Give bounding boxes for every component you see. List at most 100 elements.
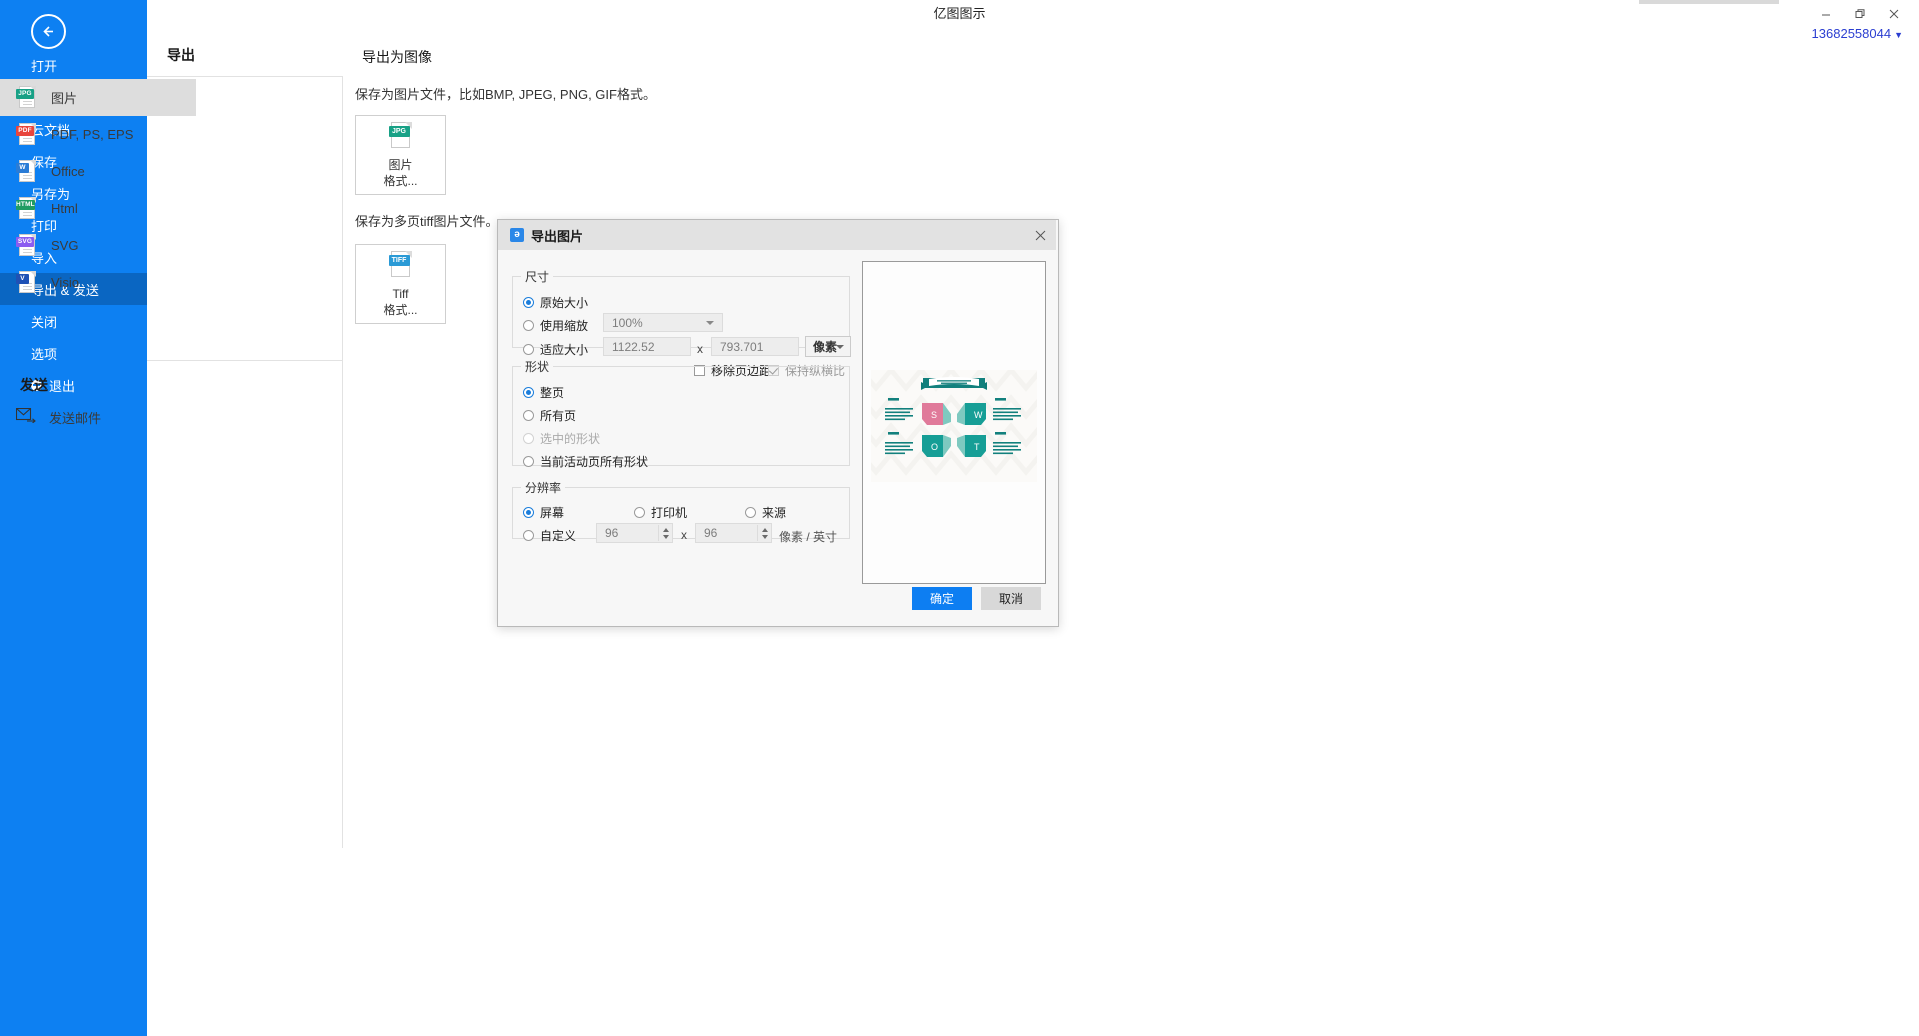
- chevron-down-icon: [836, 345, 844, 349]
- tiff-file-icon-large: TIFF: [388, 250, 414, 280]
- image-card-label: 图片 格式...: [383, 157, 417, 189]
- swot-t-shadow: [957, 435, 965, 457]
- format-item-pdf-ps-eps[interactable]: PDF PDF, PS, EPS: [0, 116, 196, 153]
- format-item-visio[interactable]: V Visio: [0, 264, 196, 301]
- radio-dot: [523, 456, 534, 467]
- pdf-file-icon: PDF: [16, 122, 38, 148]
- sidebar-item-close[interactable]: 关闭: [0, 305, 147, 337]
- close-icon[interactable]: [1030, 226, 1050, 244]
- radio-dot: [634, 507, 645, 518]
- radio-use-scale[interactable]: 使用缩放: [523, 317, 588, 334]
- minimize-icon[interactable]: [1809, 1, 1843, 27]
- radio-all-pages[interactable]: 所有页: [523, 407, 576, 424]
- format-label: SVG: [51, 238, 78, 253]
- tiff-export-description: 保存为多页tiff图片文件。: [355, 211, 499, 230]
- cancel-button[interactable]: 取消: [981, 587, 1041, 610]
- send-mail-label: 发送邮件: [49, 408, 101, 427]
- sidebar-item-label: 退出: [49, 376, 75, 395]
- sidebar-item-options[interactable]: 选项: [0, 337, 147, 369]
- radio-label: 屏幕: [540, 504, 564, 521]
- stepper-down-icon: [762, 535, 768, 539]
- image-format-card[interactable]: JPG 图片 格式...: [355, 115, 446, 195]
- size-unit-select[interactable]: 像素: [805, 336, 851, 357]
- jpg-file-icon: JPG: [16, 85, 38, 111]
- back-arrow-icon[interactable]: [31, 14, 66, 49]
- preview-page: S W O T: [871, 370, 1037, 482]
- size-group-legend: 尺寸: [521, 268, 553, 285]
- radio-whole-page[interactable]: 整页: [523, 384, 564, 401]
- format-label: Html: [51, 201, 78, 216]
- dialog-title: 导出图片: [531, 226, 583, 245]
- radio-label: 整页: [540, 384, 564, 401]
- scale-select[interactable]: 100%: [603, 313, 723, 332]
- dpi-x-stepper[interactable]: [658, 525, 672, 541]
- svg-file-icon: SVG: [16, 233, 38, 259]
- word-badge: W: [16, 163, 29, 173]
- sidebar-item-label: 选项: [31, 344, 57, 363]
- resolution-group-legend: 分辨率: [521, 479, 565, 496]
- radio-active-page-all-shapes[interactable]: 当前活动页所有形状: [523, 453, 648, 470]
- radio-res-source[interactable]: 来源: [745, 504, 786, 521]
- radio-label: 原始大小: [540, 294, 588, 311]
- radio-dot: [523, 344, 534, 355]
- fit-height-input[interactable]: 793.701: [711, 337, 799, 356]
- jpg-badge: JPG: [389, 126, 410, 137]
- image-card-line1: 图片: [388, 158, 412, 172]
- dpi-x-input[interactable]: 96: [596, 523, 673, 543]
- jpg-badge: JPG: [16, 89, 34, 99]
- account-menu[interactable]: 13682558044▼: [1812, 26, 1903, 41]
- swot-letter-s: S: [931, 410, 937, 420]
- tiff-card-line2: 格式...: [383, 303, 417, 317]
- send-mail-item[interactable]: 发送邮件: [0, 405, 196, 429]
- restore-icon[interactable]: [1843, 1, 1877, 27]
- sidebar-item-open[interactable]: 打开: [0, 49, 147, 81]
- image-export-description: 保存为图片文件，比如BMP, JPEG, PNG, GIF格式。: [355, 84, 656, 103]
- page-title: 导出为图像: [362, 47, 432, 67]
- format-item-html[interactable]: HTML Html: [0, 190, 196, 227]
- format-item-office[interactable]: W Office: [0, 153, 196, 190]
- window-controls: [1809, 0, 1911, 28]
- close-icon[interactable]: [1877, 1, 1911, 27]
- fit-width-input[interactable]: 1122.52: [603, 337, 691, 356]
- format-item-svg[interactable]: SVG SVG: [0, 227, 196, 264]
- tiff-format-card[interactable]: TIFF Tiff 格式...: [355, 244, 446, 324]
- dialog-title-bar: ə 导出图片: [498, 220, 1056, 250]
- dpi-y-stepper[interactable]: [757, 525, 771, 541]
- sidebar-item-label: 关闭: [31, 312, 57, 331]
- ok-button[interactable]: 确定: [912, 587, 972, 610]
- tiff-card-label: Tiff 格式...: [383, 286, 417, 318]
- send-divider: [147, 360, 343, 361]
- radio-dot: [523, 320, 534, 331]
- html-badge: HTML: [16, 200, 35, 210]
- size-unit-value: 像素: [813, 338, 837, 355]
- mail-send-icon: [16, 408, 36, 426]
- format-label: Office: [51, 164, 85, 179]
- radio-res-custom[interactable]: 自定义: [523, 527, 576, 544]
- radio-dot: [523, 530, 534, 541]
- swot-banner: [921, 377, 987, 390]
- radio-label: 所有页: [540, 407, 576, 424]
- format-label: Visio: [51, 275, 79, 290]
- chevron-down-icon: [706, 321, 714, 325]
- pdf-badge: PDF: [16, 126, 34, 136]
- edraw-logo-icon: ə: [510, 228, 524, 242]
- size-group: 尺寸 原始大小 使用缩放 100% 适应大小 1122.52 x 793.701…: [512, 268, 850, 348]
- radio-dot: [523, 507, 534, 518]
- radio-original-size[interactable]: 原始大小: [523, 294, 588, 311]
- tiff-badge: TIFF: [389, 255, 410, 266]
- jpg-file-icon-large: JPG: [388, 121, 414, 151]
- export-divider: [147, 76, 343, 77]
- radio-res-screen[interactable]: 屏幕: [523, 504, 564, 521]
- radio-selected-shapes: 选中的形状: [523, 430, 600, 447]
- dpi-y-input[interactable]: 96: [695, 523, 772, 543]
- radio-dot: [523, 433, 534, 444]
- format-item-image[interactable]: JPG 图片: [0, 79, 196, 116]
- resolution-group: 分辨率 屏幕 打印机 来源 自定义 96 x 96: [512, 479, 850, 539]
- swot-o-shadow: [943, 435, 951, 457]
- swot-side-text: [885, 398, 1021, 454]
- export-image-dialog: ə 导出图片 尺寸 原始大小 使用缩放 100% 适应大小 1122.52 x: [497, 219, 1059, 627]
- radio-res-printer[interactable]: 打印机: [634, 504, 687, 521]
- account-number: 13682558044: [1812, 26, 1892, 41]
- radio-fit-size[interactable]: 适应大小: [523, 341, 588, 358]
- radio-label: 来源: [762, 504, 786, 521]
